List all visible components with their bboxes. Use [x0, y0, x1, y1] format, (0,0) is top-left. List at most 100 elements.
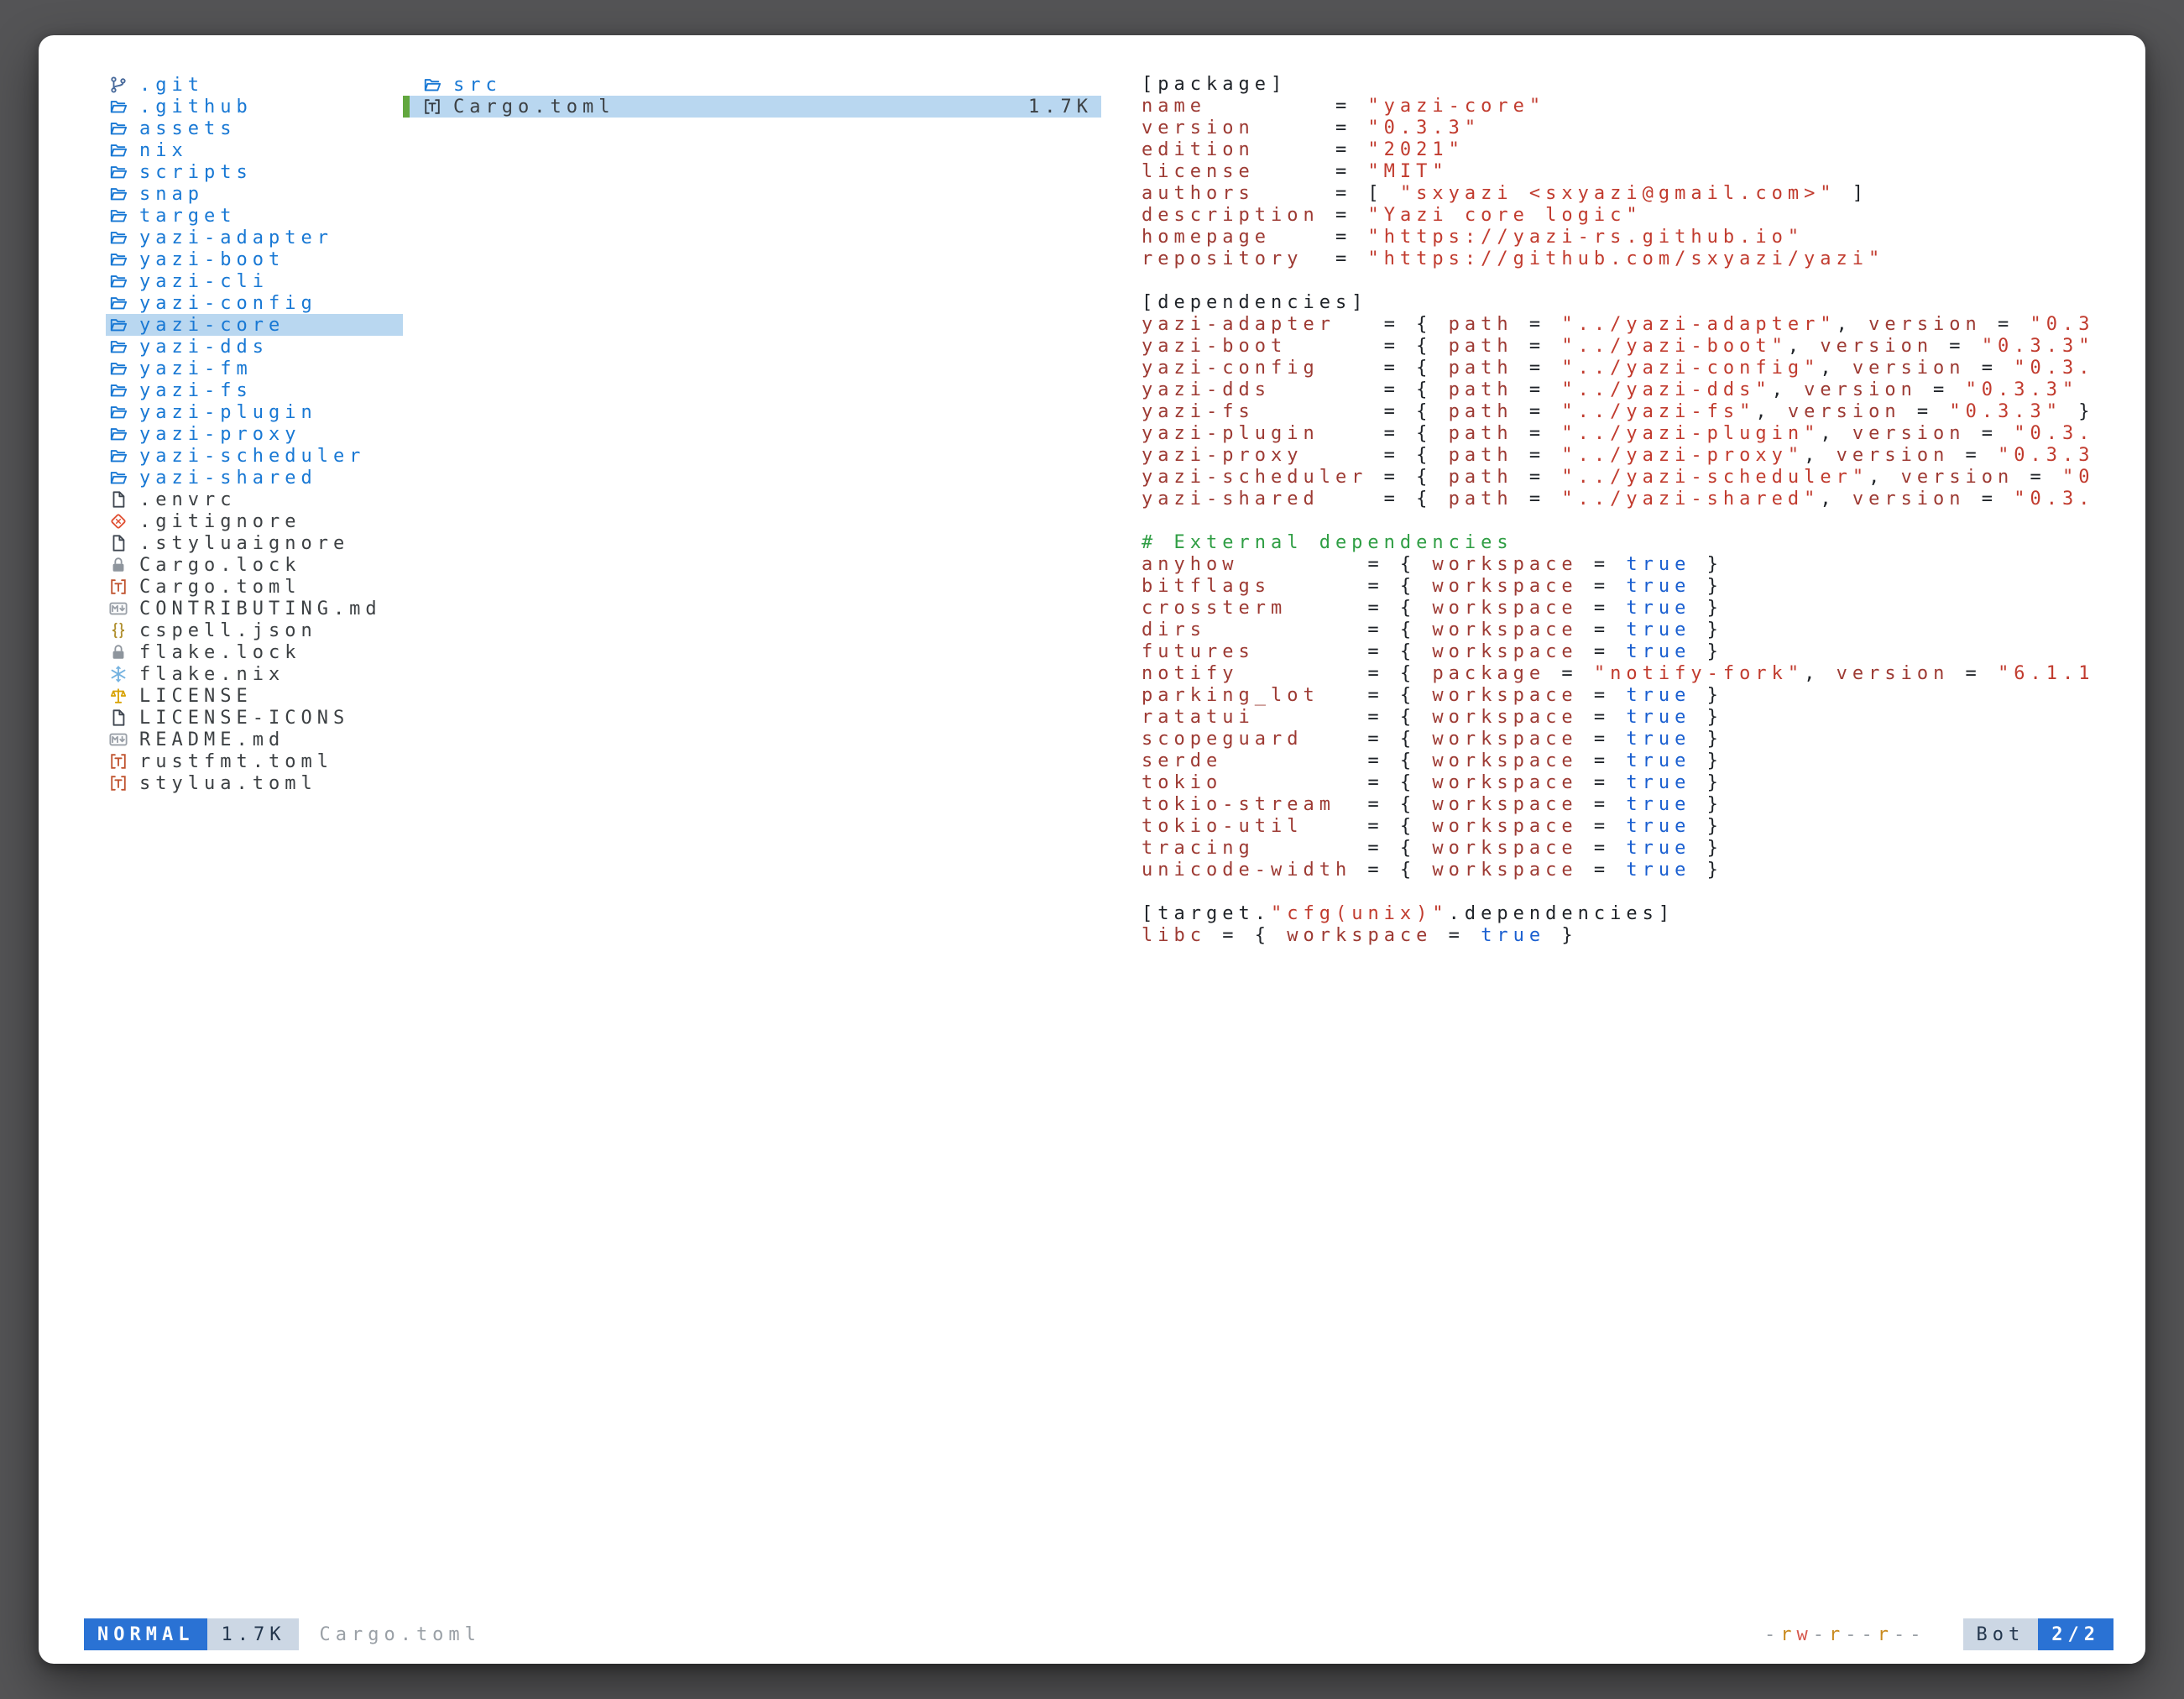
parent-pane-item-flake.nix[interactable]: flake.nix	[106, 663, 403, 685]
parent-pane-item-cspell.json[interactable]: cspell.json	[106, 619, 403, 641]
parent-pane-item-yazi-proxy[interactable]: yazi-proxy	[106, 423, 403, 445]
current-pane-item-Cargo.toml[interactable]: Cargo.toml1.7K	[403, 96, 1101, 118]
parent-pane-item-yazi-core[interactable]: yazi-core	[106, 314, 403, 336]
status-filename: Cargo.toml	[319, 1624, 480, 1645]
status-file-size: 1.7K	[207, 1618, 299, 1650]
preview-line: yazi-fs = { path = "../yazi-fs", version…	[1142, 401, 2145, 423]
preview-line: tracing = { workspace = true }	[1142, 838, 2145, 860]
file-size: 1.7K	[1028, 97, 1101, 118]
parent-pane-item-stylua.toml[interactable]: stylua.toml	[106, 772, 403, 794]
parent-pane-item-yazi-config[interactable]: yazi-config	[106, 292, 403, 314]
preview-line	[1142, 881, 2145, 903]
parent-pane-item-.envrc[interactable]: .envrc	[106, 489, 403, 510]
preview-line: tokio = { workspace = true }	[1142, 772, 2145, 794]
file-name: .git	[139, 75, 204, 96]
parent-pane-item-CONTRIBUTING.md[interactable]: CONTRIBUTING.md	[106, 598, 403, 619]
file-name: yazi-cli	[139, 271, 269, 292]
file-name: stylua.toml	[139, 773, 317, 794]
folder-icon	[109, 468, 128, 487]
folder-icon	[109, 425, 128, 443]
parent-pane-item-nix[interactable]: nix	[106, 139, 403, 161]
parent-pane-item-.styluaignore[interactable]: .styluaignore	[106, 532, 403, 554]
parent-pane-item-.github[interactable]: .github	[106, 96, 403, 118]
current-pane-item-src[interactable]: src	[403, 74, 1101, 96]
preview-line: [package]	[1142, 74, 2145, 96]
preview-line: yazi-dds = { path = "../yazi-dds", versi…	[1142, 379, 2145, 401]
lock-icon	[109, 556, 128, 574]
parent-pane-item-yazi-fm[interactable]: yazi-fm	[106, 358, 403, 379]
preview-line: license = "MIT"	[1142, 161, 2145, 183]
status-bar: NORMAL 1.7K Cargo.toml -rw-r--r-- Bot 2/…	[84, 1618, 2113, 1650]
mode-indicator: NORMAL	[84, 1618, 207, 1650]
parent-pane-item-Cargo.toml[interactable]: Cargo.toml	[106, 576, 403, 598]
parent-pane-item-.git[interactable]: .git	[106, 74, 403, 96]
file-name: yazi-adapter	[139, 227, 333, 248]
preview-line: anyhow = { workspace = true }	[1142, 554, 2145, 576]
folder-icon	[109, 163, 128, 181]
preview-line: serde = { workspace = true }	[1142, 750, 2145, 772]
folder-icon	[109, 403, 128, 421]
parent-pane-item-yazi-boot[interactable]: yazi-boot	[106, 248, 403, 270]
parent-pane-item-flake.lock[interactable]: flake.lock	[106, 641, 403, 663]
toml-icon	[109, 774, 128, 792]
file-icon	[109, 490, 128, 509]
folder-icon	[109, 359, 128, 378]
parent-pane-item-LICENSE-ICONS[interactable]: LICENSE-ICONS	[106, 707, 403, 729]
parent-pane-item-yazi-adapter[interactable]: yazi-adapter	[106, 227, 403, 248]
preview-line: yazi-adapter = { path = "../yazi-adapter…	[1142, 314, 2145, 336]
file-name: yazi-proxy	[139, 424, 300, 445]
folder-icon	[109, 294, 128, 312]
file-name: yazi-dds	[139, 337, 269, 358]
json-icon	[109, 621, 128, 640]
parent-pane-item-yazi-dds[interactable]: yazi-dds	[106, 336, 403, 358]
folder-icon	[109, 119, 128, 138]
preview-line: edition = "2021"	[1142, 139, 2145, 161]
preview-pane[interactable]: [package]name = "yazi-core"version = "0.…	[1142, 74, 2145, 947]
preview-line: description = "Yazi core logic"	[1142, 205, 2145, 227]
file-name: rustfmt.toml	[139, 751, 333, 772]
parent-pane-item-rustfmt.toml[interactable]: rustfmt.toml	[106, 750, 403, 772]
preview-line: # External dependencies	[1142, 532, 2145, 554]
file-name: README.md	[139, 729, 285, 750]
parent-pane-item-.gitignore[interactable]: .gitignore	[106, 510, 403, 532]
file-name: src	[453, 75, 502, 96]
file-icon	[109, 708, 128, 727]
file-name: .gitignore	[139, 511, 300, 532]
file-name: LICENSE-ICONS	[139, 708, 349, 729]
parent-pane-item-LICENSE[interactable]: LICENSE	[106, 685, 403, 707]
gitignore-icon	[109, 512, 128, 531]
preview-line: name = "yazi-core"	[1142, 96, 2145, 118]
preview-line: [dependencies]	[1142, 292, 2145, 314]
scroll-position: Bot	[1963, 1618, 2039, 1650]
folder-icon	[109, 447, 128, 465]
folder-icon	[109, 185, 128, 203]
folder-icon	[109, 141, 128, 159]
preview-line: tokio-util = { workspace = true }	[1142, 816, 2145, 838]
parent-pane-item-yazi-fs[interactable]: yazi-fs	[106, 379, 403, 401]
parent-pane-item-target[interactable]: target	[106, 205, 403, 227]
preview-line: yazi-plugin = { path = "../yazi-plugin",…	[1142, 423, 2145, 445]
selection-marker	[403, 96, 410, 118]
parent-pane-item-assets[interactable]: assets	[106, 118, 403, 139]
folder-icon	[109, 206, 128, 225]
current-pane[interactable]: srcCargo.toml1.7K	[403, 74, 1101, 118]
folder-icon	[423, 76, 442, 94]
parent-pane-item-README.md[interactable]: README.md	[106, 729, 403, 750]
preview-line: libc = { workspace = true }	[1142, 925, 2145, 947]
parent-pane-item-scripts[interactable]: scripts	[106, 161, 403, 183]
preview-line: homepage = "https://yazi-rs.github.io"	[1142, 227, 2145, 248]
file-icon	[109, 534, 128, 552]
parent-pane-item-snap[interactable]: snap	[106, 183, 403, 205]
toml-icon	[109, 578, 128, 596]
parent-pane-item-yazi-shared[interactable]: yazi-shared	[106, 467, 403, 489]
file-name: Cargo.toml	[139, 577, 300, 598]
folder-icon	[109, 250, 128, 269]
parent-pane-item-yazi-scheduler[interactable]: yazi-scheduler	[106, 445, 403, 467]
parent-pane-item-yazi-plugin[interactable]: yazi-plugin	[106, 401, 403, 423]
parent-pane-item-yazi-cli[interactable]: yazi-cli	[106, 270, 403, 292]
file-name: .github	[139, 97, 253, 118]
parent-pane-item-Cargo.lock[interactable]: Cargo.lock	[106, 554, 403, 576]
file-name: .envrc	[139, 489, 236, 510]
toml-icon	[109, 752, 128, 771]
parent-pane[interactable]: .git.githubassetsnixscriptssnaptargetyaz…	[106, 74, 403, 794]
